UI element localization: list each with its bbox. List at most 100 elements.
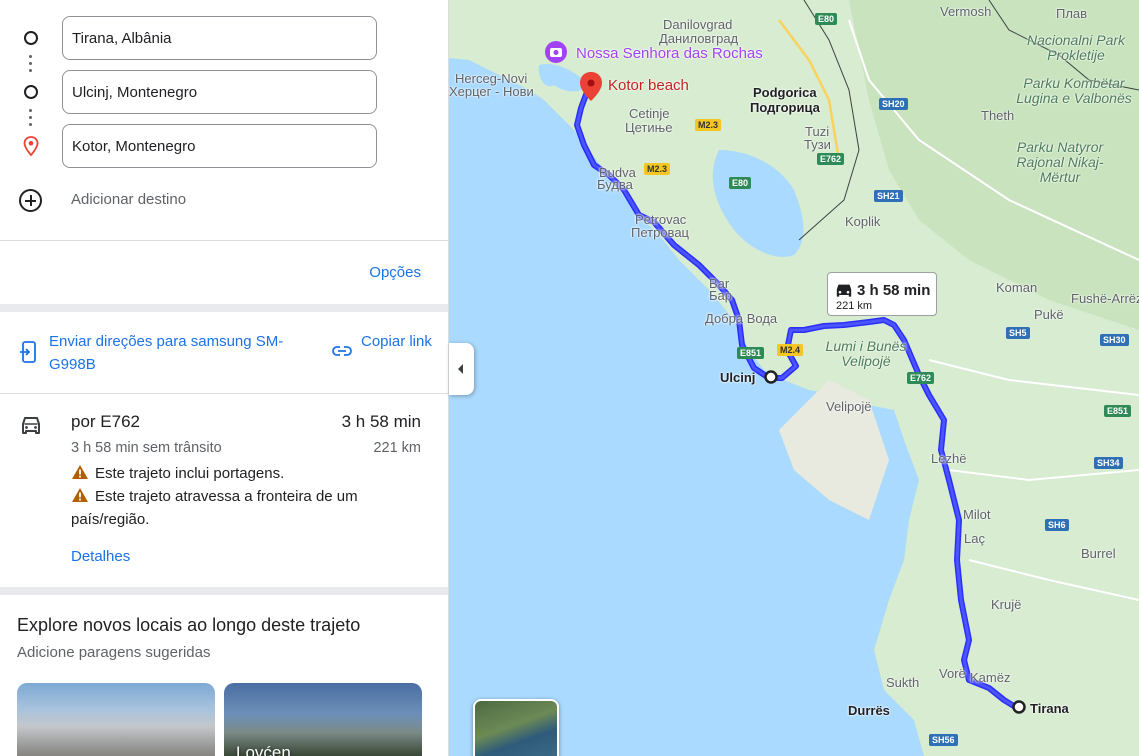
- stop-input[interactable]: [62, 70, 377, 114]
- map-label-vore: Vorë: [939, 666, 966, 681]
- map-label-danilovgrad-cyr: Даниловград: [659, 31, 739, 46]
- route-distance: 221 km: [373, 440, 421, 456]
- map-label-podgorica: Podgorica: [753, 85, 817, 100]
- map-label-koman: Koman: [996, 280, 1038, 295]
- divider: [0, 393, 448, 394]
- options-button[interactable]: Opções: [369, 264, 421, 281]
- car-icon: [22, 417, 40, 434]
- map-label-podgorica-cyr: Подгорица: [750, 100, 820, 115]
- map-label-tirana: Tirana: [1030, 701, 1069, 716]
- road-shield-e80: E80: [729, 177, 752, 189]
- map-label-vermosh: Vermosh: [940, 4, 992, 19]
- map-label-burrel: Burrel: [1081, 546, 1116, 561]
- road-shield-sh30: SH30: [1100, 334, 1129, 346]
- map-label-ulcinj: Ulcinj: [720, 370, 756, 385]
- road-shield-sh34: SH34: [1094, 457, 1123, 469]
- car-icon: [836, 284, 852, 297]
- map-label-lezhe: Lezhë: [931, 451, 967, 466]
- suggested-place-card-lovcen[interactable]: Lovćen: [224, 683, 422, 756]
- map-label-plav: Плав: [1056, 6, 1088, 21]
- route-no-traffic-time: 3 h 58 min sem trânsito: [71, 440, 222, 456]
- map-label-danilovgrad: Danilovgrad: [663, 17, 733, 32]
- suggested-place-card[interactable]: [17, 683, 215, 756]
- road-shield-e80: E80: [815, 13, 838, 25]
- map-label-fushe-arrez: Fushë-Arrëz: [1071, 291, 1139, 306]
- map-label-park-kombetar: Parku Kombëtar Lugina e Valbonës: [1016, 75, 1132, 106]
- add-circle-icon: [19, 189, 42, 212]
- road-shield-sh6: SH6: [1045, 519, 1069, 531]
- waypoint-row-stop: [0, 70, 448, 114]
- road-shield-sh5: SH5: [1006, 327, 1030, 339]
- warning-icon: [72, 488, 88, 502]
- stop-circle-icon: [24, 85, 38, 99]
- map-label-herceg-novi-cyr: Херцег - Нови: [449, 84, 534, 99]
- map-label-kruje: Krujë: [991, 597, 1022, 612]
- explore-subtitle: Adicione paragens sugeridas: [17, 644, 211, 661]
- destination-pin-icon: [23, 136, 39, 156]
- route-callout[interactable]: 3 h 58 min 221 km: [827, 272, 937, 316]
- map-poi-nossa-senhora[interactable]: Nossa Senhora das Rochas: [576, 46, 763, 61]
- map-label-dobra-voda: Добра Вода: [705, 311, 778, 326]
- place-card-label: Lovćen: [236, 743, 291, 756]
- map-poi-kotor-beach[interactable]: Kotor beach: [608, 78, 689, 93]
- directions-panel: Adicionar destino Opções Enviar direções…: [0, 0, 449, 756]
- toll-warning: Este trajeto inclui portagens.: [71, 462, 411, 485]
- road-shield-e762: E762: [817, 153, 845, 165]
- route-name[interactable]: por E762: [71, 412, 140, 432]
- road-shield-m23: M2.3: [695, 119, 722, 131]
- waypoint-row-origin: [0, 16, 448, 60]
- map-label-park-prokletije: Nacionalni Park Prokletije: [1026, 32, 1126, 63]
- map-label-cetinje-cyr: Цетиње: [625, 120, 673, 135]
- origin-circle-icon: [24, 31, 38, 45]
- map-canvas[interactable]: Danilovgrad Даниловград Vermosh Плав Nos…: [449, 0, 1139, 756]
- map-label-durres: Durrës: [848, 703, 890, 718]
- link-icon: [332, 346, 352, 356]
- section-divider: [0, 587, 448, 595]
- map-label-kamez: Kamëz: [970, 670, 1011, 685]
- road-shield-sh21: SH21: [874, 190, 903, 202]
- road-shield-m23: M2.3: [644, 163, 671, 175]
- divider: [0, 240, 448, 241]
- map-label-theth: Theth: [981, 108, 1015, 123]
- add-destination-button[interactable]: Adicionar destino: [0, 184, 448, 216]
- map-label-koplik: Koplik: [845, 214, 881, 229]
- destination-input[interactable]: [62, 124, 377, 168]
- road-shield-e851: E851: [1104, 405, 1132, 417]
- collapse-panel-button[interactable]: [449, 343, 474, 395]
- satellite-layer-toggle[interactable]: [473, 699, 559, 756]
- add-destination-label: Adicionar destino: [71, 191, 187, 208]
- send-to-phone-icon: [20, 341, 36, 363]
- send-directions-link[interactable]: Enviar direções para samsung SM-G998B: [49, 330, 299, 376]
- border-warning-text: Este trajeto atravessa a fronteira de um…: [71, 488, 358, 528]
- explore-title: Explore novos locais ao longo deste traj…: [17, 615, 361, 635]
- map-label-cetinje: Cetinje: [629, 106, 670, 121]
- copy-link-button[interactable]: Copiar link: [361, 330, 441, 353]
- map-label-milot: Milot: [963, 507, 991, 522]
- route-duration: 3 h 58 min: [341, 412, 421, 431]
- border-warning: Este trajeto atravessa a fronteira de um…: [71, 485, 411, 531]
- road-shield-m24: M2.4: [777, 344, 804, 356]
- map-label-puke: Pukë: [1034, 307, 1064, 322]
- road-shield-sh20: SH20: [879, 98, 908, 110]
- callout-distance: 221 km: [836, 300, 873, 312]
- map-label-sukth: Sukth: [886, 675, 920, 690]
- details-button[interactable]: Detalhes: [71, 548, 130, 565]
- map-label-budva-cyr: Будва: [597, 177, 633, 192]
- map-label-tuzi-cyr: Тузи: [804, 137, 831, 152]
- road-shield-sh56: SH56: [929, 734, 958, 746]
- map-label-velipoje: Velipojë: [826, 399, 872, 414]
- section-divider: [0, 304, 448, 312]
- origin-input[interactable]: [62, 16, 377, 60]
- waypoint-row-destination: [0, 124, 448, 168]
- map-label-lac: Laç: [964, 531, 985, 546]
- map-label-park-natyror: Parku Natyror Rajonal Nikaj-Mërtur: [1016, 139, 1104, 185]
- road-shield-e762: E762: [907, 372, 935, 384]
- toll-warning-text: Este trajeto inclui portagens.: [95, 465, 285, 482]
- map-label-petrovac-cyr: Петровац: [631, 225, 689, 240]
- road-shield-e851: E851: [737, 347, 765, 359]
- warning-icon: [72, 465, 88, 479]
- map-label-bar-cyr: Бар: [709, 288, 732, 303]
- chevron-left-icon: [458, 364, 463, 374]
- map-label-lumi-bunes: Lumi i Bunës Velipojë: [825, 338, 907, 369]
- callout-duration: 3 h 58 min: [857, 282, 931, 299]
